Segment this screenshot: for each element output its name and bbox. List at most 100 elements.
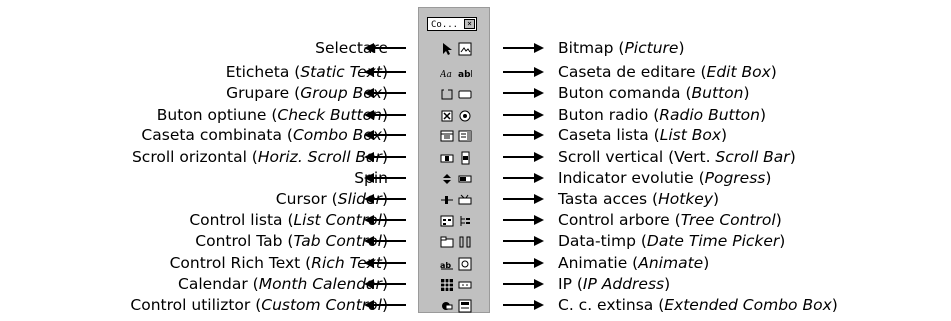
progress-icon[interactable]	[458, 172, 472, 186]
list-control-icon[interactable]	[440, 214, 454, 228]
list-box-icon[interactable]	[458, 129, 472, 143]
spin-icon[interactable]	[440, 172, 454, 186]
close-icon: ×	[467, 19, 472, 28]
left-label-1: Eticheta (Static Text)	[226, 63, 388, 81]
right-arrow-2	[503, 88, 544, 98]
label-text: Control Tab (	[195, 232, 294, 250]
label-english-term: Check Button	[277, 106, 382, 124]
right-arrow-5	[503, 152, 544, 162]
tree-control-icon[interactable]	[458, 214, 472, 228]
label-english-term: Extended Combo Box	[664, 296, 832, 314]
label-text: Scroll vertical (Vert.	[558, 148, 716, 166]
right-arrow-10	[503, 258, 544, 268]
label-suffix: )	[381, 254, 388, 272]
left-label-10: Control Rich Text (Rich Text)	[170, 254, 388, 272]
right-arrow-7	[503, 194, 544, 204]
label-english-term: Hotkey	[658, 190, 714, 208]
right-arrow-9	[503, 236, 544, 246]
right-arrow-1	[503, 67, 544, 77]
label-text: Tasta acces (	[558, 190, 659, 208]
label-text: Selectare	[315, 39, 388, 57]
label-english-term: Combo Box	[292, 126, 382, 144]
right-label-9: Data-timp (Date Time Picker)	[558, 232, 785, 250]
extended-combo-icon[interactable]	[458, 299, 472, 313]
pointer-icon[interactable]	[440, 42, 454, 56]
label-suffix: )	[381, 148, 388, 166]
label-text: Caseta combinata (	[141, 126, 293, 144]
custom-control-icon[interactable]	[440, 299, 454, 313]
right-arrow-4	[503, 130, 544, 140]
label-english-term: Edit Box	[706, 63, 771, 81]
svg-text:abl: abl	[458, 70, 472, 80]
button-icon[interactable]	[458, 87, 472, 101]
label-suffix: )	[678, 39, 685, 57]
label-text: Buton radio (	[558, 106, 660, 124]
label-english-term: Group Box	[300, 84, 382, 102]
rich-text-icon[interactable]: ab	[440, 257, 454, 271]
label-suffix: )	[721, 126, 728, 144]
label-text: Control utiliztor (	[130, 296, 262, 314]
edit-box-icon[interactable]: abl	[458, 66, 472, 80]
hotkey-icon[interactable]	[458, 193, 472, 207]
label-suffix: )	[770, 63, 777, 81]
label-suffix: )	[381, 63, 388, 81]
slider-icon[interactable]	[440, 193, 454, 207]
label-suffix: )	[381, 232, 388, 250]
label-english-term: Month Calendar	[258, 275, 382, 293]
label-suffix: )	[779, 232, 786, 250]
right-label-8: Control arbore (Tree Control)	[558, 211, 782, 229]
hscroll-icon[interactable]	[440, 151, 454, 165]
date-time-icon[interactable]	[458, 235, 472, 249]
label-text: Buton comanda (	[558, 84, 692, 102]
label-text: Indicator evolutie (	[558, 169, 705, 187]
label-text: Buton optiune (	[156, 106, 278, 124]
label-english-term: Pogress	[704, 169, 766, 187]
label-text: C. c. extinsa (	[558, 296, 665, 314]
close-button[interactable]: ×	[464, 19, 475, 29]
label-suffix: )	[381, 296, 388, 314]
tab-control-icon[interactable]	[440, 235, 454, 249]
animate-icon[interactable]	[458, 257, 472, 271]
left-label-9: Control Tab (Tab Control)	[195, 232, 388, 250]
right-arrow-12	[503, 300, 544, 310]
check-box-icon[interactable]	[440, 109, 454, 123]
label-english-term: Tree Control	[680, 211, 776, 229]
controls-toolbox: Co... × Aaabl ab	[418, 7, 490, 313]
label-text: Scroll orizontal (	[131, 148, 258, 166]
group-box-icon[interactable]	[440, 87, 454, 101]
label-english-term: Animate	[638, 254, 704, 272]
right-label-6: Indicator evolutie (Pogress)	[558, 169, 771, 187]
static-text-icon[interactable]: Aa	[440, 66, 454, 80]
combo-box-icon[interactable]	[440, 129, 454, 143]
label-text: Caseta lista (	[558, 126, 660, 144]
right-label-1: Caseta de editare (Edit Box)	[558, 63, 777, 81]
left-label-4: Caseta combinata (Combo Box)	[141, 126, 388, 144]
right-label-3: Buton radio (Radio Button)	[558, 106, 766, 124]
label-suffix: )	[381, 126, 388, 144]
left-label-11: Calendar (Month Calendar)	[178, 275, 388, 293]
label-suffix: )	[765, 169, 772, 187]
left-label-5: Scroll orizontal (Horiz. Scroll Bar)	[132, 148, 388, 166]
label-text: Data-timp (	[558, 232, 647, 250]
label-suffix: )	[381, 275, 388, 293]
toolbox-title: Co...	[431, 20, 459, 30]
label-english-term: Date Time Picker	[646, 232, 780, 250]
left-label-3: Buton optiune (Check Button)	[157, 106, 388, 124]
vscroll-icon[interactable]	[458, 151, 472, 165]
label-english-term: IP Address	[582, 275, 665, 293]
label-text: Eticheta (	[225, 63, 301, 81]
radio-button-icon[interactable]	[458, 109, 472, 123]
label-english-term: Button	[691, 84, 744, 102]
right-label-10: Animatie (Animate)	[558, 254, 709, 272]
label-suffix: )	[760, 106, 767, 124]
month-calendar-icon[interactable]	[440, 278, 454, 292]
picture-icon[interactable]	[458, 42, 472, 56]
right-label-2: Buton comanda (Button)	[558, 84, 750, 102]
right-label-12: C. c. extinsa (Extended Combo Box)	[558, 296, 838, 314]
label-suffix: )	[381, 84, 388, 102]
label-suffix: )	[789, 148, 796, 166]
label-text: Control Rich Text (	[169, 254, 312, 272]
ip-address-icon[interactable]	[458, 278, 472, 292]
right-arrow-0	[503, 43, 544, 53]
right-label-0: Bitmap (Picture)	[558, 39, 685, 57]
